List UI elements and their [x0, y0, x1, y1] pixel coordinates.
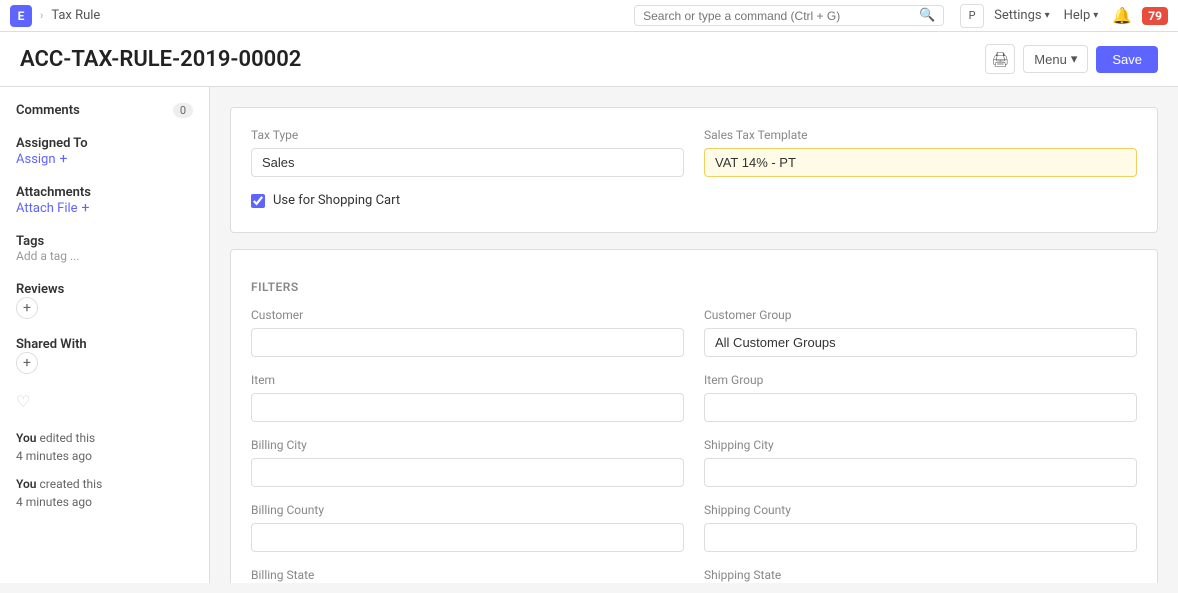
- use-shopping-cart-label: Use for Shopping Cart: [273, 193, 400, 208]
- reviews-label: Reviews: [16, 282, 193, 297]
- customer-input[interactable]: [251, 328, 684, 357]
- topnav-actions: P Settings ▾ Help ▾ 🔔 79: [960, 4, 1168, 28]
- attach-plus-icon: +: [82, 200, 90, 216]
- like-icon[interactable]: ♡: [16, 392, 30, 411]
- page-header: ACC-TAX-RULE-2019-00002 🖨 Menu ▾ Save: [0, 32, 1178, 87]
- billing-city-label: Billing City: [251, 438, 684, 452]
- form-group-shipping-county: Shipping County: [704, 503, 1137, 552]
- print-icon: 🖨: [991, 51, 1009, 68]
- save-button[interactable]: Save: [1096, 46, 1158, 73]
- use-shopping-cart-row: Use for Shopping Cart: [251, 193, 1137, 208]
- item-group-input[interactable]: [704, 393, 1137, 422]
- comments-section: Comments 0: [16, 103, 193, 118]
- filters-row-city: Billing City Shipping City: [251, 438, 1137, 487]
- form-group-tax-type: Tax Type: [251, 128, 684, 177]
- sidebar: Comments 0 Assigned To Assign + Attachme…: [0, 87, 210, 583]
- shared-with-section: Shared With +: [16, 337, 193, 374]
- settings-caret-icon: ▾: [1045, 10, 1050, 21]
- reviews-section: Reviews +: [16, 282, 193, 319]
- notification-icon: 🔔: [1112, 6, 1132, 25]
- attach-file-link[interactable]: Attach File +: [16, 200, 193, 216]
- activity-section: You edited this 4 minutes ago You create…: [16, 429, 193, 511]
- assigned-to-label: Assigned To: [16, 136, 193, 151]
- customer-label: Customer: [251, 308, 684, 322]
- page-title: ACC-TAX-RULE-2019-00002: [20, 47, 301, 72]
- menu-button[interactable]: Menu ▾: [1023, 45, 1088, 73]
- shipping-state-label: Shipping State: [704, 568, 1137, 582]
- search-input[interactable]: [643, 9, 913, 23]
- form-group-customer: Customer: [251, 308, 684, 357]
- search-icon: 🔍: [919, 8, 935, 23]
- filters-row-state: Billing State Shipping State: [251, 568, 1137, 583]
- like-section: ♡: [16, 392, 193, 411]
- use-shopping-cart-checkbox[interactable]: [251, 194, 265, 208]
- tags-section: Tags Add a tag ...: [16, 234, 193, 264]
- comments-count: 0: [173, 103, 193, 118]
- page-actions: 🖨 Menu ▾ Save: [985, 44, 1158, 74]
- search-box[interactable]: 🔍: [634, 5, 944, 26]
- form-card-main: Tax Type Sales Tax Template Use for Shop…: [230, 107, 1158, 233]
- form-row-tax: Tax Type Sales Tax Template: [251, 128, 1137, 177]
- main-content: Tax Type Sales Tax Template Use for Shop…: [210, 87, 1178, 583]
- form-group-customer-group: Customer Group: [704, 308, 1137, 357]
- breadcrumb-separator: ›: [40, 9, 43, 22]
- billing-county-label: Billing County: [251, 503, 684, 517]
- form-group-billing-city: Billing City: [251, 438, 684, 487]
- tax-type-label: Tax Type: [251, 128, 684, 142]
- breadcrumb: Tax Rule: [51, 8, 100, 23]
- item-group-label: Item Group: [704, 373, 1137, 387]
- customer-group-label: Customer Group: [704, 308, 1137, 322]
- attachments-label: Attachments: [16, 185, 193, 200]
- tax-type-input[interactable]: [251, 148, 684, 177]
- sales-tax-template-input[interactable]: [704, 148, 1137, 177]
- assign-plus-icon: +: [60, 151, 68, 167]
- filters-title: FILTERS: [251, 280, 1137, 294]
- help-button[interactable]: Help ▾: [1060, 6, 1103, 25]
- add-review-button[interactable]: +: [16, 297, 38, 319]
- shipping-city-input[interactable]: [704, 458, 1137, 487]
- form-group-billing-state: Billing State: [251, 568, 684, 583]
- filters-row-county: Billing County Shipping County: [251, 503, 1137, 552]
- shared-with-label: Shared With: [16, 337, 193, 352]
- filters-row-customer: Customer Customer Group: [251, 308, 1137, 357]
- shipping-county-input[interactable]: [704, 523, 1137, 552]
- notification-badge: 79: [1142, 7, 1168, 25]
- form-group-billing-county: Billing County: [251, 503, 684, 552]
- assigned-to-section: Assigned To Assign +: [16, 136, 193, 167]
- form-group-sales-tax-template: Sales Tax Template: [704, 128, 1137, 177]
- filters-row-item: Item Item Group: [251, 373, 1137, 422]
- customer-group-input[interactable]: [704, 328, 1137, 357]
- form-group-shipping-city: Shipping City: [704, 438, 1137, 487]
- topnav: E › Tax Rule 🔍 P Settings ▾ Help ▾ 🔔 79: [0, 0, 1178, 32]
- item-input[interactable]: [251, 393, 684, 422]
- help-caret-icon: ▾: [1093, 10, 1098, 21]
- billing-city-input[interactable]: [251, 458, 684, 487]
- assign-link[interactable]: Assign +: [16, 151, 193, 167]
- add-tag-link[interactable]: Add a tag ...: [16, 249, 80, 263]
- add-shared-button[interactable]: +: [16, 352, 38, 374]
- billing-county-input[interactable]: [251, 523, 684, 552]
- attachments-section: Attachments Attach File +: [16, 185, 193, 216]
- activity-entry-2: You created this 4 minutes ago: [16, 475, 193, 511]
- main-layout: Comments 0 Assigned To Assign + Attachme…: [0, 87, 1178, 583]
- item-label: Item: [251, 373, 684, 387]
- notification-button[interactable]: 🔔: [1108, 4, 1136, 27]
- settings-button[interactable]: Settings ▾: [990, 6, 1054, 25]
- app-logo: E: [10, 5, 32, 27]
- sales-tax-template-label: Sales Tax Template: [704, 128, 1137, 142]
- shipping-city-label: Shipping City: [704, 438, 1137, 452]
- shipping-county-label: Shipping County: [704, 503, 1137, 517]
- print-button[interactable]: 🖨: [985, 44, 1015, 74]
- form-group-item-group: Item Group: [704, 373, 1137, 422]
- menu-caret-icon: ▾: [1071, 51, 1078, 67]
- tags-label: Tags: [16, 234, 193, 249]
- activity-entry-1: You edited this 4 minutes ago: [16, 429, 193, 465]
- form-group-shipping-state: Shipping State: [704, 568, 1137, 583]
- billing-state-label: Billing State: [251, 568, 684, 582]
- comments-label: Comments: [16, 103, 80, 118]
- form-card-filters: FILTERS Customer Customer Group Item: [230, 249, 1158, 583]
- form-group-item: Item: [251, 373, 684, 422]
- p-button[interactable]: P: [960, 4, 984, 28]
